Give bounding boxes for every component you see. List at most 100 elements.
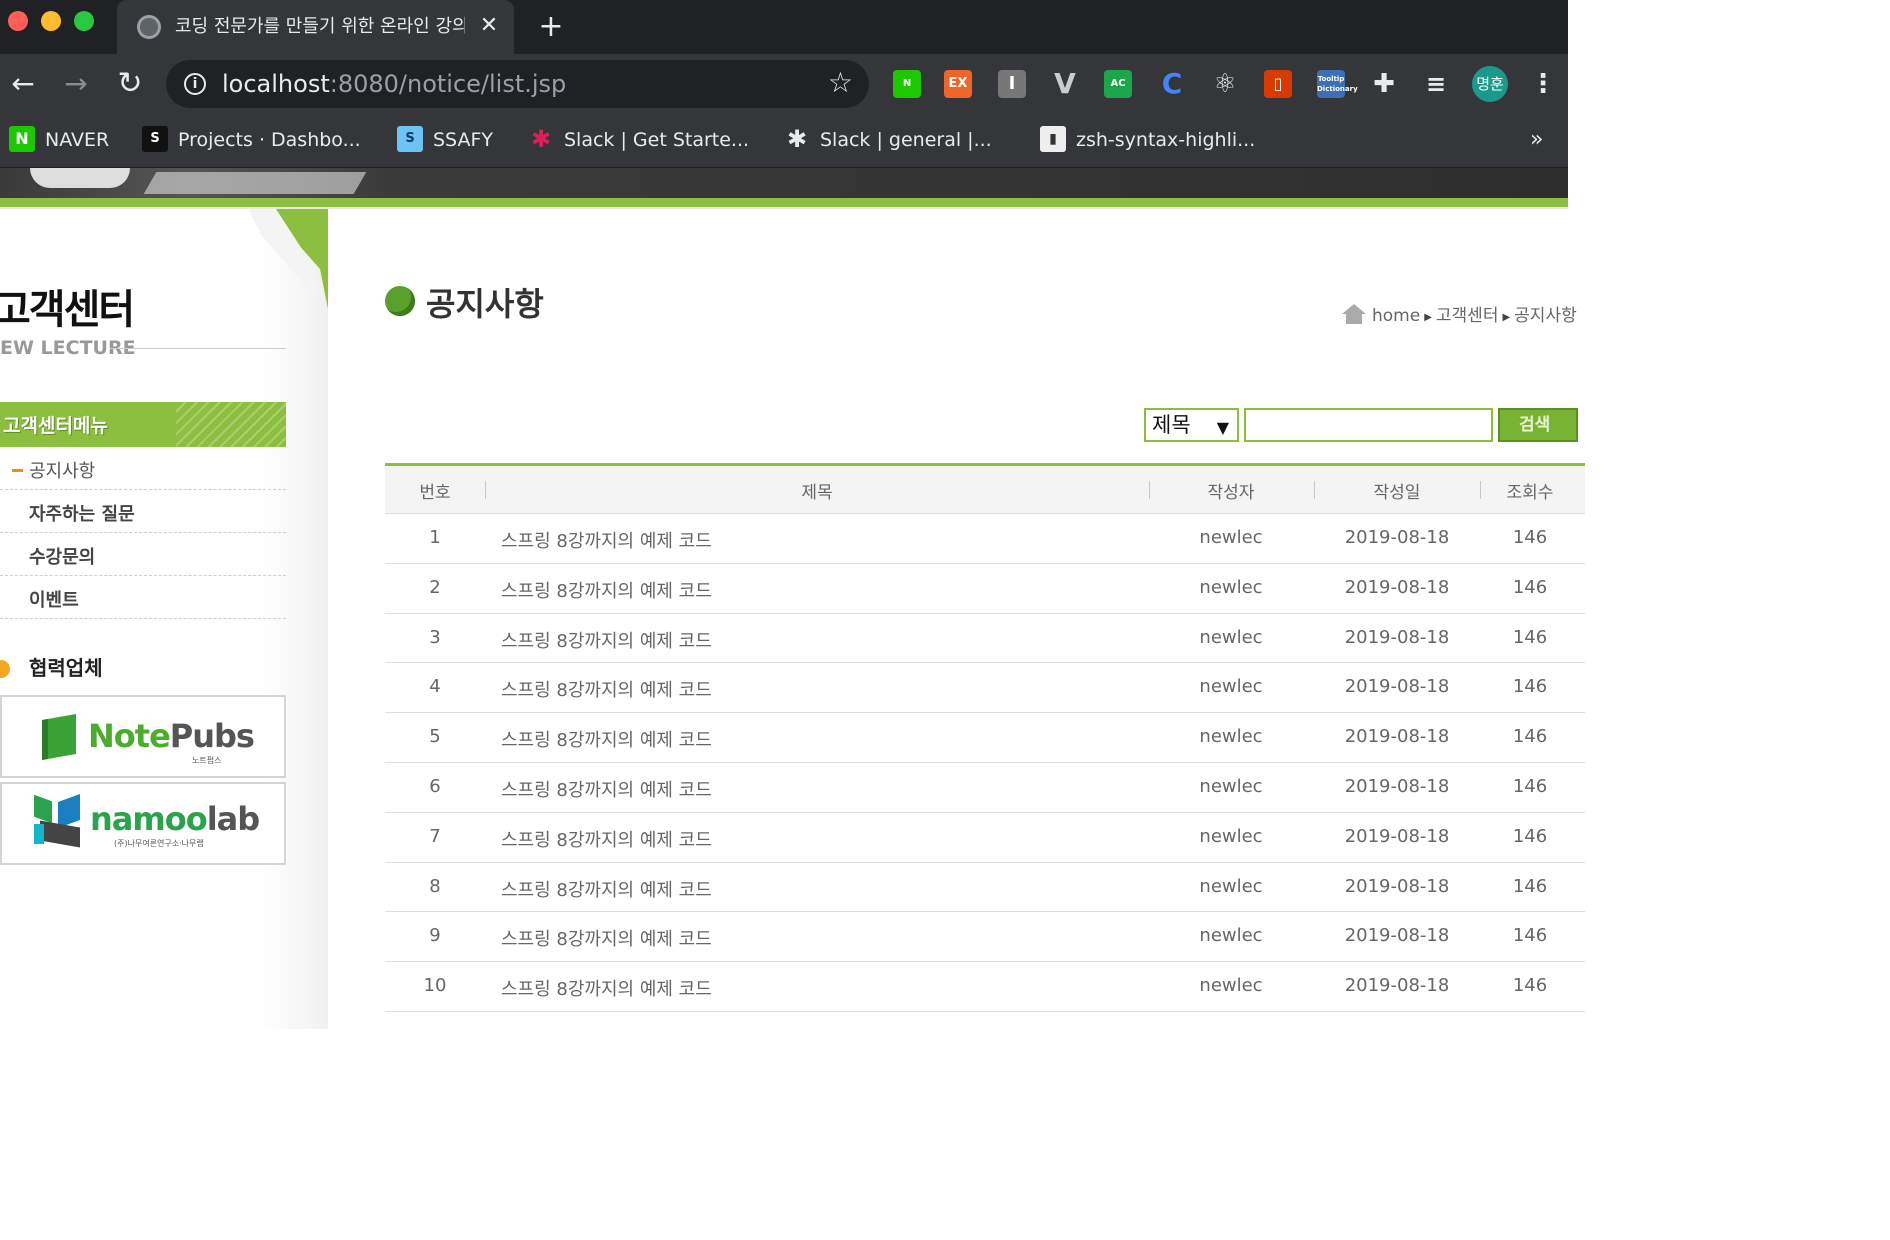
ex-extension-icon[interactable]: EX bbox=[944, 70, 972, 98]
row-views: 146 bbox=[1512, 925, 1548, 947]
bookmark-slack-general[interactable]: ✱ Slack | general |... bbox=[784, 124, 992, 156]
tab-close-icon[interactable]: ✕ bbox=[475, 12, 503, 40]
row-title-link[interactable]: 스프링 8강까지의 예제 코드 bbox=[501, 527, 1141, 553]
row-views: 146 bbox=[1512, 576, 1548, 598]
column-header-writer: 작성자 bbox=[1207, 483, 1255, 503]
notepubs-wordmark: NotePubs bbox=[88, 717, 255, 755]
sidebar-item-label: 이벤트 bbox=[29, 590, 79, 611]
sidebar: 고객센터 EW LECTURE 고객센터메뉴 공지사항 자주하는 질문 수강문의… bbox=[0, 209, 328, 1029]
table-row: 5 스프링 8강까지의 예제 코드 newlec 2019-08-18 146 bbox=[385, 713, 1585, 763]
close-window-button[interactable] bbox=[8, 11, 28, 31]
row-title-link[interactable]: 스프링 8강까지의 예제 코드 bbox=[501, 627, 1141, 653]
breadcrumb-customer-center[interactable]: 고객센터 bbox=[1436, 306, 1499, 326]
column-header-views: 조회수 bbox=[1506, 483, 1554, 503]
tab-title: 코딩 전문가를 만들기 위한 온라인 강의 bbox=[175, 16, 465, 37]
table-row: 4 스프링 8강까지의 예제 코드 newlec 2019-08-18 146 bbox=[385, 663, 1585, 714]
table-row: 9 스프링 8강까지의 예제 코드 newlec 2019-08-18 146 bbox=[385, 912, 1585, 963]
bookmark-ssafy[interactable]: S SSAFY bbox=[397, 124, 493, 156]
row-title-link[interactable]: 스프링 8강까지의 예제 코드 bbox=[501, 876, 1141, 902]
minimize-window-button[interactable] bbox=[41, 11, 61, 31]
sidebar-item-faq[interactable]: 자주하는 질문 bbox=[0, 490, 286, 533]
url-text[interactable]: localhost:8080/notice/list.jsp bbox=[222, 69, 566, 99]
bookmarks-bar: N NAVER S Projects · Dashbo... S SSAFY ✱ Sla… bbox=[0, 114, 1568, 168]
row-writer: newlec bbox=[1199, 726, 1263, 748]
zsh-icon: ▮ bbox=[1040, 125, 1066, 152]
row-number: 10 bbox=[423, 975, 447, 997]
naver-extension-icon[interactable]: N bbox=[893, 70, 921, 98]
column-header-title: 제목 bbox=[801, 483, 833, 503]
bookmark-naver[interactable]: N NAVER bbox=[9, 124, 109, 156]
reload-icon[interactable]: ↻ bbox=[112, 66, 148, 102]
breadcrumb-notice[interactable]: 공지사항 bbox=[1514, 306, 1577, 326]
web-page: 고객센터 EW LECTURE 고객센터메뉴 공지사항 자주하는 질문 수강문의… bbox=[0, 168, 1585, 1029]
sidebar-item-event[interactable]: 이벤트 bbox=[0, 576, 286, 619]
table-row: 7 스프링 8강까지의 예제 코드 newlec 2019-08-18 146 bbox=[385, 813, 1585, 863]
bookmark-slack-get-started[interactable]: ✱ Slack | Get Starte... bbox=[528, 124, 749, 156]
info-icon[interactable]: i bbox=[184, 73, 206, 95]
search-input[interactable] bbox=[1244, 408, 1493, 442]
row-number: 7 bbox=[429, 825, 441, 847]
back-arrow-icon[interactable]: ← bbox=[5, 66, 41, 102]
banner-decoration bbox=[30, 168, 130, 188]
partner-notepubs-banner[interactable]: NotePubs 노트펍스 bbox=[0, 695, 286, 778]
table-body: 1 스프링 8강까지의 예제 코드 newlec 2019-08-18 146 2 스프링 … bbox=[385, 514, 1585, 1012]
bookmark-star-icon[interactable]: ☆ bbox=[828, 68, 853, 98]
vue-devtools-icon[interactable]: V bbox=[1051, 70, 1079, 98]
tooltip-dictionary-icon[interactable]: Tooltip Dictionary bbox=[1317, 70, 1358, 98]
row-title-link[interactable]: 스프링 8강까지의 예제 코드 bbox=[501, 925, 1141, 951]
table-header: 번호 제목 작성자 작성일 조회수 bbox=[385, 466, 1585, 514]
bookmark-zsh-syntax[interactable]: ▮ zsh-syntax-highli... bbox=[1040, 124, 1255, 156]
row-date: 2019-08-18 bbox=[1344, 676, 1450, 698]
ac-extension-icon[interactable]: AC bbox=[1104, 70, 1132, 98]
row-views: 146 bbox=[1512, 527, 1548, 548]
column-header-date: 작성일 bbox=[1373, 483, 1421, 503]
ssafy-icon: S bbox=[397, 125, 423, 152]
i-extension-icon[interactable]: I bbox=[998, 70, 1026, 98]
row-title-link[interactable]: 스프링 8강까지의 예제 코드 bbox=[501, 975, 1141, 1001]
row-date: 2019-08-18 bbox=[1344, 825, 1450, 847]
row-title-link[interactable]: 스프링 8강까지의 예제 코드 bbox=[501, 776, 1141, 802]
row-writer: newlec bbox=[1199, 626, 1263, 648]
search-field-value: 제목 bbox=[1152, 413, 1191, 437]
react-devtools-icon[interactable]: ⚛ bbox=[1211, 70, 1239, 98]
customer-menu-heading: 고객센터메뉴 bbox=[0, 402, 286, 447]
table-row: 1 스프링 8강까지의 예제 코드 newlec 2019-08-18 146 bbox=[385, 514, 1585, 564]
row-title-link[interactable]: 스프링 8강까지의 예제 코드 bbox=[501, 577, 1141, 603]
address-bar[interactable]: i localhost:8080/notice/list.jsp ☆ bbox=[166, 60, 869, 108]
sidebar-title: 고객센터 bbox=[0, 287, 135, 333]
c-extension-icon[interactable]: C bbox=[1158, 70, 1186, 98]
sidebar-item-label: 공지사항 bbox=[29, 461, 96, 482]
browser-menu-icon[interactable]: ⋮ bbox=[1528, 64, 1558, 104]
breadcrumb-separator-icon: ▶ bbox=[1424, 312, 1432, 323]
profile-avatar[interactable]: 명훈 bbox=[1472, 66, 1508, 102]
sidebar-item-inquiry[interactable]: 수강문의 bbox=[0, 533, 286, 576]
media-control-icon[interactable]: ≡ bbox=[1422, 70, 1450, 98]
search-field-select[interactable]: 제목 ▼ bbox=[1144, 408, 1239, 442]
bookmarks-overflow-icon[interactable]: » bbox=[1530, 124, 1543, 156]
forward-arrow-icon[interactable]: → bbox=[58, 66, 94, 102]
new-tab-button[interactable]: + bbox=[534, 10, 568, 44]
row-date: 2019-08-18 bbox=[1344, 726, 1450, 748]
row-writer: newlec bbox=[1199, 527, 1263, 548]
divider bbox=[110, 348, 286, 349]
row-number: 8 bbox=[429, 875, 441, 897]
browser-tab[interactable]: 코딩 전문가를 만들기 위한 온라인 강의 ✕ bbox=[117, 0, 514, 54]
office-extension-icon[interactable]: ▯ bbox=[1264, 70, 1292, 98]
column-divider bbox=[1149, 481, 1150, 499]
row-title-link[interactable]: 스프링 8강까지의 예제 코드 bbox=[501, 726, 1141, 752]
table-row: 10 스프링 8강까지의 예제 코드 newlec 2019-08-18 146 bbox=[385, 962, 1585, 1012]
column-divider bbox=[1480, 481, 1481, 499]
sidebar-item-label: 수강문의 bbox=[29, 547, 96, 568]
bookmark-projects-dashboard[interactable]: S Projects · Dashbo... bbox=[142, 124, 361, 156]
sidebar-item-notice[interactable]: 공지사항 bbox=[0, 447, 286, 490]
header-divider bbox=[0, 198, 1568, 207]
breadcrumb-home[interactable]: home bbox=[1372, 306, 1420, 326]
partner-namoolab-banner[interactable]: namoolab (주)나무여른연구소·나무랩 bbox=[0, 782, 286, 865]
row-date: 2019-08-18 bbox=[1344, 875, 1450, 897]
extensions-puzzle-icon[interactable]: ✚ bbox=[1370, 70, 1398, 98]
row-title-link[interactable]: 스프링 8강까지의 예제 코드 bbox=[501, 676, 1141, 702]
table-row: 6 스프링 8강까지의 예제 코드 newlec 2019-08-18 146 bbox=[385, 763, 1585, 813]
search-button[interactable]: 검색 bbox=[1498, 408, 1578, 442]
maximize-window-button[interactable] bbox=[74, 11, 94, 31]
row-title-link[interactable]: 스프링 8강까지의 예제 코드 bbox=[501, 826, 1141, 852]
